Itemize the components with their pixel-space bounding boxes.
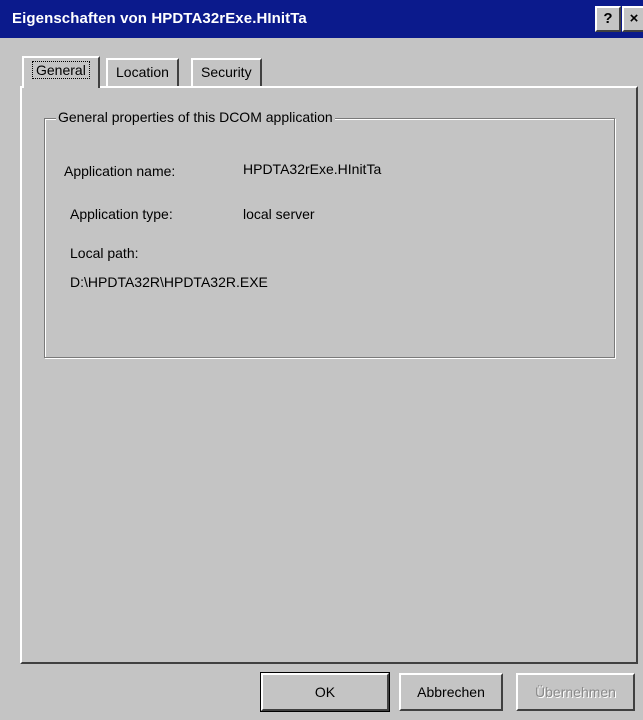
group-title: General properties of this DCOM applicat… [56,106,335,128]
tab-location[interactable]: Location [106,58,179,86]
tab-security[interactable]: Security [191,58,262,86]
tab-general-label: General [32,61,90,79]
local-path-label: Local path: [70,245,139,261]
tab-security-label: Security [201,64,252,80]
dcom-properties-dialog: Eigenschaften von HPDTA32rExe.HInitTa ? … [0,0,643,720]
application-type-label: Application type: [70,206,173,222]
apply-button[interactable]: Übernehmen [516,673,635,711]
close-button[interactable]: × [622,6,643,32]
general-properties-group [44,118,615,358]
application-name-value: HPDTA32rExe.HInitTa [243,161,382,177]
application-name-label: Application name: [64,163,176,179]
ok-button[interactable]: OK [260,672,390,712]
tab-location-label: Location [116,64,169,80]
local-path-value: D:\HPDTA32R\HPDTA32R.EXE [70,274,268,290]
application-type-value: local server [243,206,315,222]
title-bar[interactable]: Eigenschaften von HPDTA32rExe.HInitTa ? … [0,0,643,38]
tab-general[interactable]: General [22,56,100,88]
cancel-button[interactable]: Abbrechen [399,673,503,711]
help-button[interactable]: ? [595,6,621,32]
window-title: Eigenschaften von HPDTA32rExe.HInitTa [12,10,307,27]
